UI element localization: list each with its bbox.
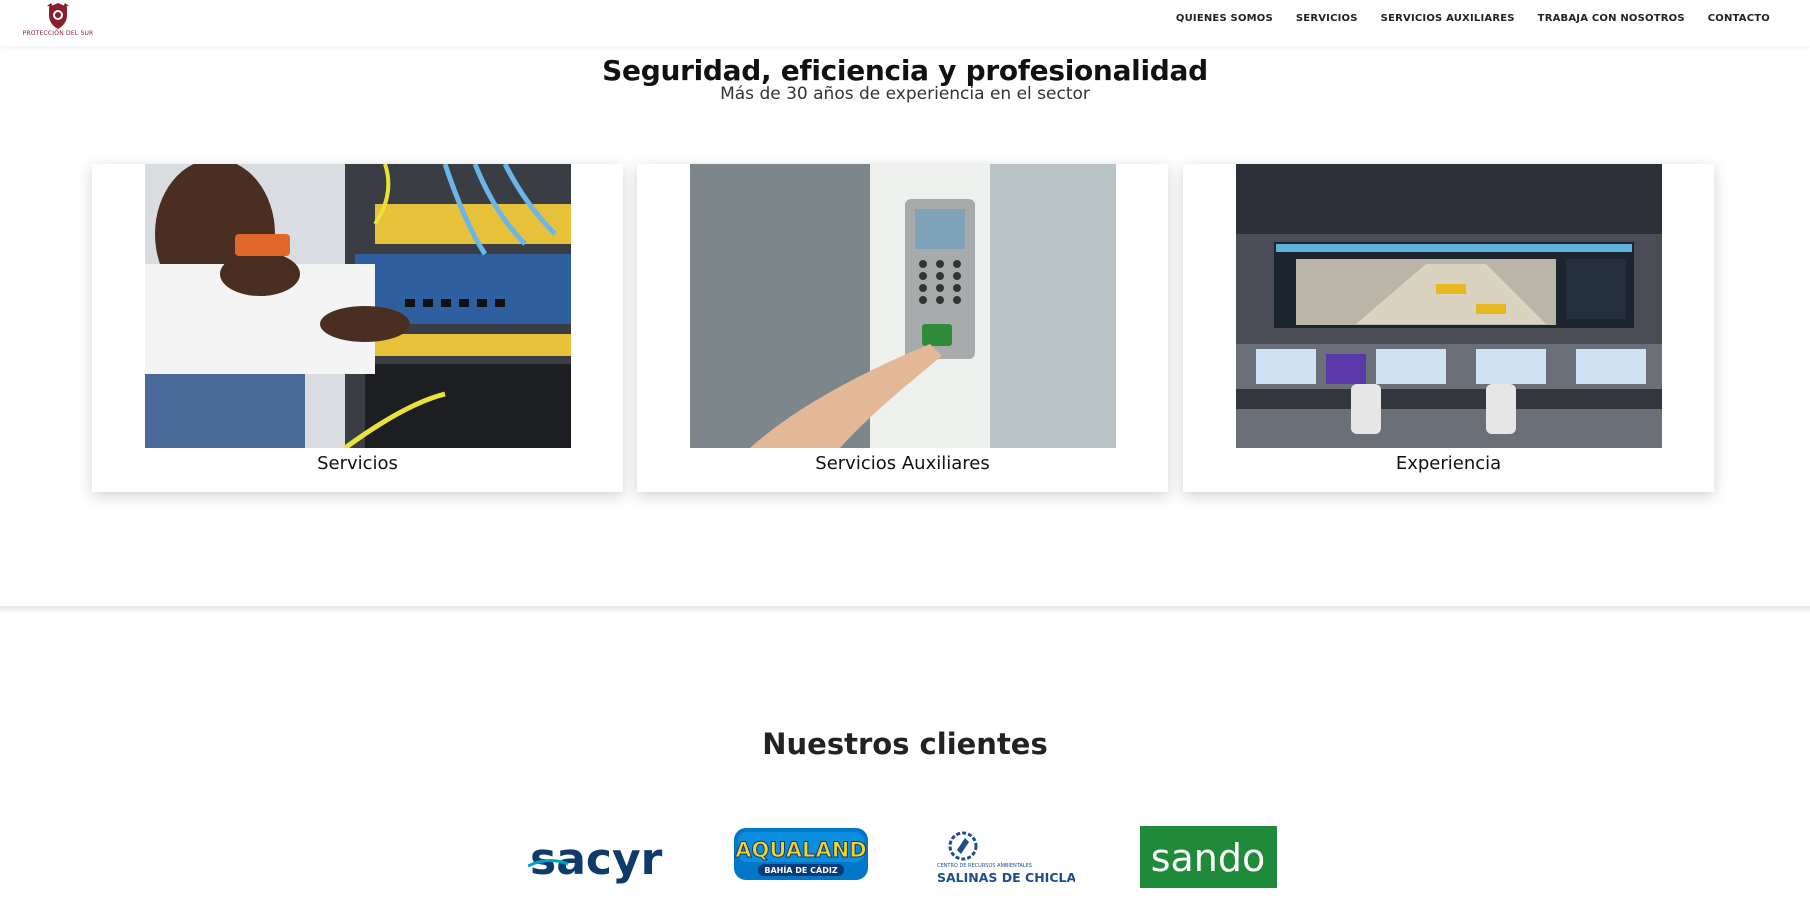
nav-contacto[interactable]: CONTACTO	[1708, 13, 1770, 24]
control-room-monitoring-image	[1236, 164, 1662, 448]
client-logo-aqualand: AQUALAND BAHÍA DE CÁDIZ	[732, 826, 870, 888]
svg-text:AQUALAND: AQUALAND	[735, 838, 866, 862]
client-logo-salinas-de-chiclana: CENTRO DE RECURSOS AMBIENTALES SALINAS D…	[935, 826, 1097, 888]
section-divider	[0, 606, 1810, 614]
card-servicios[interactable]: Servicios	[92, 164, 623, 492]
svg-text:BAHÍA DE CÁDIZ: BAHÍA DE CÁDIZ	[764, 864, 838, 875]
clients-title: Nuestros clientes	[762, 727, 1048, 761]
shield-crest-icon	[47, 3, 69, 29]
site-header: PROTECCIÓN DEL SUR QUIENES SOMOS SERVICI…	[0, 0, 1810, 46]
nav-trabaja-con-nosotros[interactable]: TRABAJA CON NOSOTROS	[1538, 13, 1685, 24]
card-servicios-auxiliares[interactable]: Servicios Auxiliares	[637, 164, 1168, 492]
technician-server-rack-image	[145, 164, 571, 448]
client-logo-sacyr: sacyr	[527, 826, 668, 888]
client-logo-sando: sando	[1140, 826, 1277, 888]
logo-text: PROTECCIÓN DEL SUR	[22, 30, 94, 37]
card-label: Servicios	[317, 453, 398, 474]
svg-text:SALINAS DE CHICLANA: SALINAS DE CHICLANA	[937, 870, 1075, 885]
card-label: Experiencia	[1395, 453, 1502, 474]
main-nav: QUIENES SOMOS SERVICIOS SERVICIOS AUXILI…	[1153, 13, 1770, 24]
nav-quienes-somos[interactable]: QUIENES SOMOS	[1176, 13, 1273, 24]
card-experiencia[interactable]: Experiencia	[1183, 164, 1714, 492]
svg-text:sando: sando	[1151, 836, 1266, 880]
hero-subtitle: Más de 30 años de experiencia en el sect…	[720, 84, 1090, 104]
site-logo[interactable]: PROTECCIÓN DEL SUR	[20, 2, 96, 40]
nav-servicios-auxiliares[interactable]: SERVICIOS AUXILIARES	[1381, 13, 1515, 24]
svg-text:CENTRO DE RECURSOS AMBIENTALES: CENTRO DE RECURSOS AMBIENTALES	[937, 863, 1032, 869]
card-label: Servicios Auxiliares	[815, 453, 990, 474]
fingerprint-access-control-image	[690, 164, 1116, 448]
nav-servicios[interactable]: SERVICIOS	[1296, 13, 1358, 24]
hero-title: Seguridad, eficiencia y profesionalidad	[602, 54, 1208, 87]
